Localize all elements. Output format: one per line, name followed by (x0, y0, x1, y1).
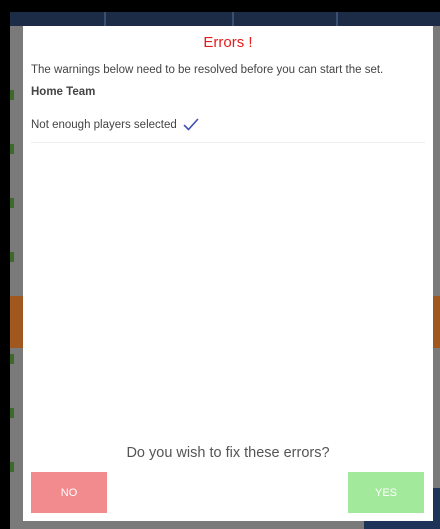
background-marker (10, 408, 14, 418)
background-marker (10, 90, 14, 100)
dialog-message: The warnings below need to be resolved b… (31, 64, 384, 76)
checkmark-icon (183, 118, 199, 132)
background-top-divider (232, 12, 234, 26)
background-top-divider (336, 12, 338, 26)
error-list-item: Not enough players selected (31, 116, 199, 134)
background-top-bar (10, 12, 440, 26)
team-name-heading: Home Team (31, 86, 96, 98)
background-orange-bar (10, 296, 24, 348)
no-button[interactable]: NO (31, 472, 107, 513)
background-marker (10, 144, 14, 154)
errors-dialog: Errors ! The warnings below need to be r… (23, 26, 433, 521)
background-marker (10, 198, 14, 208)
background-marker (10, 462, 14, 472)
dialog-title: Errors ! (203, 34, 253, 51)
yes-button[interactable]: YES (348, 472, 424, 513)
fix-errors-question: Do you wish to fix these errors? (126, 445, 330, 461)
background-marker (10, 252, 14, 262)
row-divider (31, 142, 425, 143)
error-text: Not enough players selected (31, 119, 177, 131)
background-marker (10, 354, 14, 364)
background-top-divider (104, 12, 106, 26)
